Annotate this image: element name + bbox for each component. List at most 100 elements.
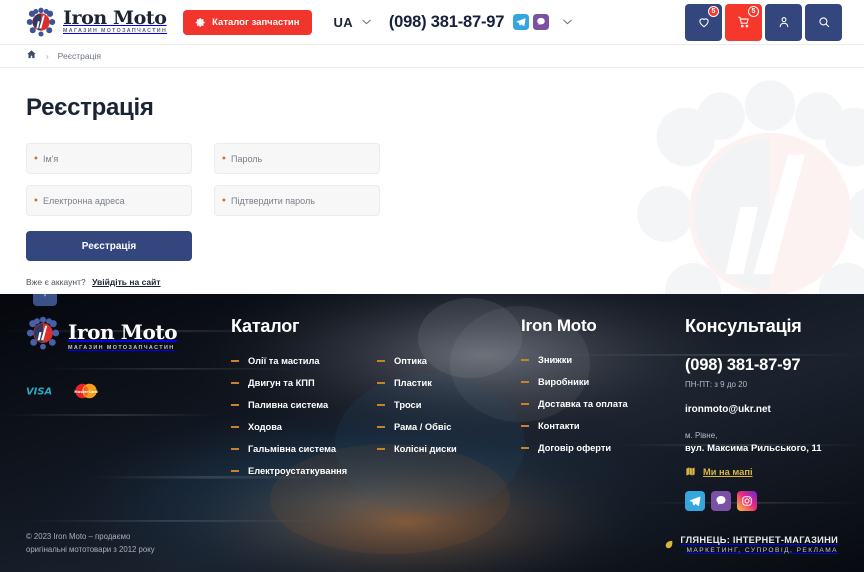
password-input[interactable] [214,143,380,174]
catalog-link[interactable]: Двигун та КПП [231,378,377,388]
catalog-link-label: Пластик [394,378,432,388]
catalog-button[interactable]: Каталог запчастин [183,9,312,35]
footer-working-hours: ПН-ПТ: з 9 до 20 [685,380,748,389]
viber-icon[interactable] [533,14,550,30]
name-input[interactable] [26,143,192,174]
catalog-link-label: Оптика [394,356,427,366]
telegram-icon[interactable] [685,491,705,511]
heart-icon [698,18,709,28]
language-code: UA [333,14,353,30]
copyright-line-2: оригінальні мототовари з 2012 року [26,545,155,554]
developer-credit[interactable]: ГЛЯНЕЦЬ: ІНТЕРНЕТ-МАГАЗИНИ МАРКЕТИНГ, СУ… [663,535,838,554]
map-icon [686,467,695,476]
logo-subtitle: МАГАЗИН МОТОЗАПЧАСТИН [63,28,168,35]
footer-consult-column: Консультація (098) 381-87-97 ПН-ПТ: з 9 … [681,316,838,511]
viber-icon[interactable] [711,491,731,511]
footer-consult-heading: Консультація [685,316,802,336]
catalog-button-label: Каталог запчастин [212,16,300,28]
svg-text:VISA: VISA [26,387,52,397]
dash-icon [377,404,385,406]
shop-link[interactable]: Договір оферти [521,443,681,453]
shop-link-label: Контакти [538,421,580,431]
search-button[interactable] [805,3,842,41]
field-password-confirm: • [214,185,380,216]
catalog-link-label: Електроустаткування [248,466,348,476]
footer-map-link[interactable]: Ми на мапі [685,466,753,477]
catalog-link-label: Троси [394,400,422,410]
dash-icon [231,448,239,450]
submit-row: Реєстрація [26,231,838,261]
home-icon [27,50,36,59]
dash-icon [231,426,239,428]
dash-icon [377,360,385,362]
dash-icon [377,426,385,428]
footer-logo-text: Iron Moto МАГАЗИН МОТОЗАПЧАСТИН [68,320,178,351]
mastercard-icon: MasterCard [74,383,98,399]
logo-name: Iron Moto [63,7,167,30]
footer-bottom-bar: © 2023 Iron Moto – продаємо оригінальні … [0,516,864,572]
have-account-text: Вже є аккаунт? [26,277,86,287]
email-input[interactable] [26,185,192,216]
catalog-link-label: Олії та мастила [248,356,320,366]
logo-emblem-icon [26,7,56,37]
language-selector[interactable]: UA [334,15,371,30]
catalog-link[interactable]: Рама / Обвіс [377,422,457,432]
catalog-link[interactable]: Паливна система [231,400,377,410]
dash-icon [231,382,239,384]
page-title: Реєстрація [26,94,154,121]
site-header: Iron Moto МАГАЗИН МОТОЗАПЧАСТИН Каталог … [0,0,864,44]
telegram-icon[interactable] [513,14,530,30]
dash-icon [231,470,239,472]
shop-link[interactable]: Знижки [521,355,681,365]
logo-text: Iron Moto МАГАЗИН МОТОЗАПЧАСТИН [63,9,167,34]
leaf-icon [666,540,673,548]
footer-map-label: Ми на мапі [703,466,753,477]
footer-email[interactable]: ironmoto@ukr.net [685,404,838,415]
catalog-link-label: Колісні диски [394,444,457,454]
footer-shop-heading: Iron Moto [521,316,597,335]
cart-button[interactable]: 5 [725,3,762,41]
copyright: © 2023 Iron Moto – продаємо оригінальні … [26,531,155,556]
have-account-row: Вже є аккаунт? Увійдіть на сайт [26,277,838,287]
account-button[interactable] [765,3,802,41]
scroll-to-top-button[interactable] [33,294,57,306]
catalog-link[interactable]: Ходова [231,422,377,432]
footer-logo[interactable]: Iron Moto МАГАЗИН МОТОЗАПЧАСТИН [26,316,231,355]
login-link[interactable]: Увійдіть на сайт [92,277,160,287]
arrow-up-icon [44,294,46,297]
catalog-link[interactable]: Гальмівна система [231,444,377,454]
header-phone[interactable]: (098) 381-87-97 [389,13,505,32]
footer-phone[interactable]: (098) 381-87-97 [685,356,838,375]
user-icon [779,17,788,28]
breadcrumb-home-link[interactable] [26,47,37,65]
catalog-link[interactable]: Колісні диски [377,444,457,454]
dash-icon [521,425,529,427]
footer-brand-column: Iron Moto МАГАЗИН МОТОЗАПЧАСТИН VISA Mas… [26,316,231,511]
footer-address-city: м. Рівне, [685,431,718,440]
wishlist-badge: 5 [708,5,719,17]
catalog-link[interactable]: Троси [377,400,457,410]
wishlist-button[interactable]: 5 [685,3,722,41]
catalog-link[interactable]: Олії та мастила [231,356,377,366]
site-logo[interactable]: Iron Moto МАГАЗИН МОТОЗАПЧАСТИН [26,7,167,37]
instagram-icon[interactable] [737,491,757,511]
catalog-link[interactable]: Оптика [377,356,457,366]
catalog-link-label: Двигун та КПП [248,378,315,388]
shop-link-label: Договір оферти [538,443,612,453]
catalog-link[interactable]: Електроустаткування [231,466,377,476]
header-actions: 5 5 [685,3,842,41]
shop-link[interactable]: Контакти [521,421,681,431]
password-confirm-input[interactable] [214,185,380,216]
register-submit-button[interactable]: Реєстрація [26,231,192,261]
shop-link-label: Доставка та оплата [538,399,628,409]
catalog-link[interactable]: Пластик [377,378,457,388]
shop-link[interactable]: Виробники [521,377,681,387]
footer-catalog-links: Олії та мастила Двигун та КПП Паливна си… [231,356,521,476]
messengers-chevron-down-icon[interactable] [563,19,572,25]
breadcrumb: › Реєстрація [0,44,864,68]
shop-link[interactable]: Доставка та оплата [521,399,681,409]
footer-logo-name: Iron Moto [68,320,178,344]
copyright-line-1: © 2023 Iron Moto – продаємо [26,532,131,542]
page-root: Iron Moto МАГАЗИН МОТОЗАПЧАСТИН Каталог … [0,0,864,572]
footer-logo-subtitle: МАГАЗИН МОТОЗАПЧАСТИН [68,345,175,351]
